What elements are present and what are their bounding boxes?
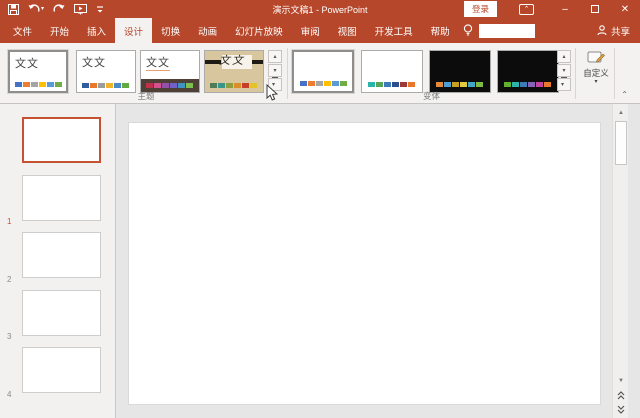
variant-thumbnail-1[interactable]	[292, 50, 354, 93]
tab-insert[interactable]: 插入	[78, 18, 115, 43]
theme-thumbnail-2[interactable]: 文文	[76, 50, 136, 93]
themes-group-label: 主题	[8, 90, 284, 102]
tell-me-search-input[interactable]	[479, 24, 535, 38]
theme-color-swatches	[15, 82, 62, 87]
next-slide-icon[interactable]	[614, 403, 628, 416]
tab-file[interactable]: 文件	[4, 18, 41, 43]
theme-thumbnail-3[interactable]: 文文	[140, 50, 200, 93]
variant-thumbnail-4[interactable]	[497, 50, 559, 93]
slide-number: 2	[7, 275, 11, 284]
save-icon[interactable]	[8, 2, 19, 16]
theme-sample-text: 文文	[219, 52, 245, 68]
share-button[interactable]: 共享	[597, 18, 640, 43]
variant-color-swatches	[436, 82, 483, 87]
ribbon-display-options-icon[interactable]: ⌃	[519, 4, 534, 15]
slide-number: 1	[7, 217, 11, 226]
group-divider	[287, 48, 288, 99]
customize-dropdown-caret: ▾	[594, 78, 597, 85]
variants-group-label: 变体	[292, 90, 571, 102]
theme-sample-text: 文文	[77, 51, 135, 70]
theme-color-swatches	[210, 83, 257, 88]
slide-editor-area	[116, 104, 612, 418]
tab-slideshow[interactable]: 幻灯片放映	[226, 18, 292, 43]
tab-review[interactable]: 审阅	[292, 18, 329, 43]
variants-gallery-down-button[interactable]: ▾	[557, 64, 571, 77]
variants-gallery-controls: ▴ ▾ ▾	[557, 50, 571, 91]
tab-help[interactable]: 帮助	[422, 18, 459, 43]
quick-access-toolbar: ▾	[0, 2, 104, 16]
variant-color-swatches	[368, 82, 415, 87]
tab-home[interactable]: 开始	[41, 18, 78, 43]
slide-thumbnail-3[interactable]	[22, 232, 101, 278]
themes-gallery-down-button[interactable]: ▾	[268, 64, 282, 77]
slide-size-icon	[587, 50, 605, 66]
theme-sample-text: 文文	[146, 51, 170, 71]
lightbulb-icon	[463, 24, 473, 37]
scroll-up-icon[interactable]: ▲	[614, 106, 628, 119]
variant-color-swatches	[504, 82, 551, 87]
sign-in-button[interactable]: 登录	[464, 1, 497, 17]
group-divider	[575, 48, 576, 99]
ribbon-design: 文文 文文 文文 文文 ▴ ▾ ▾ 主题	[0, 43, 640, 104]
variant-thumbnail-3[interactable]	[429, 50, 491, 93]
powerpoint-window: ▾ 演示文稿1 - PowerPoint 登录 ⌃ – ✕ 文件 开始 插入 设…	[0, 0, 640, 418]
tell-me-box	[463, 18, 535, 43]
more-icon: ▾	[272, 81, 278, 88]
variants-gallery-up-button[interactable]: ▴	[557, 50, 571, 63]
variant-thumbnail-2[interactable]	[361, 50, 423, 93]
theme-sample-text: 文文	[10, 52, 66, 71]
slide-thumbnail-5[interactable]	[22, 347, 101, 393]
theme-color-swatches	[82, 83, 129, 88]
tab-view[interactable]: 视图	[329, 18, 366, 43]
slide-thumbnail-2[interactable]	[22, 175, 101, 221]
tab-design[interactable]: 设计	[115, 18, 152, 43]
maximize-icon	[591, 5, 599, 13]
person-icon	[597, 25, 607, 36]
content-area: 1 2 3 4 5 ▲ ▼	[0, 104, 640, 418]
themes-gallery-up-button[interactable]: ▴	[268, 50, 282, 63]
tab-developer[interactable]: 开发工具	[366, 18, 422, 43]
start-slideshow-icon[interactable]	[74, 2, 87, 16]
themes-gallery-controls: ▴ ▾ ▾	[268, 50, 282, 91]
theme-color-swatches	[146, 83, 193, 88]
title-bar: ▾ 演示文稿1 - PowerPoint 登录 ⌃ – ✕	[0, 0, 640, 18]
slide-thumbnail-4[interactable]	[22, 290, 101, 336]
customize-button[interactable]: 自定义 ▾	[579, 50, 613, 85]
tab-transitions[interactable]: 切换	[152, 18, 189, 43]
vertical-scrollbar[interactable]: ▲ ▼	[612, 104, 628, 418]
theme-thumbnail-office[interactable]: 文文	[8, 50, 68, 93]
customize-qat-icon[interactable]	[96, 2, 104, 16]
scrollbar-thumb[interactable]	[615, 121, 627, 165]
collapse-ribbon-button[interactable]: ⌃	[621, 91, 628, 99]
scroll-down-icon[interactable]: ▼	[614, 374, 628, 387]
slide-thumbnail-1[interactable]	[22, 117, 101, 163]
variant-color-swatches	[300, 81, 347, 86]
customize-label: 自定义	[583, 68, 609, 78]
more-icon: ▾	[561, 81, 567, 88]
close-button[interactable]: ✕	[610, 0, 640, 18]
current-slide-canvas[interactable]	[128, 122, 601, 405]
titlebar-right-controls: 登录 ⌃ – ✕	[464, 0, 640, 18]
maximize-button[interactable]	[580, 0, 610, 18]
slide-thumbnail-panel: 1 2 3 4 5	[0, 104, 115, 418]
tab-animations[interactable]: 动画	[189, 18, 226, 43]
undo-dropdown-caret[interactable]: ▾	[41, 6, 44, 12]
minimize-button[interactable]: –	[550, 0, 580, 18]
ribbon-tab-row: 文件 开始 插入 设计 切换 动画 幻灯片放映 审阅 视图 开发工具 帮助 共享	[0, 18, 640, 43]
slide-number: 3	[7, 332, 11, 341]
previous-slide-icon[interactable]	[614, 389, 628, 402]
share-label: 共享	[611, 24, 630, 38]
group-divider	[614, 48, 615, 99]
redo-icon[interactable]	[53, 2, 65, 16]
slide-number: 4	[7, 390, 11, 399]
theme-thumbnail-4[interactable]: 文文	[204, 50, 264, 93]
undo-icon[interactable]: ▾	[28, 2, 44, 16]
